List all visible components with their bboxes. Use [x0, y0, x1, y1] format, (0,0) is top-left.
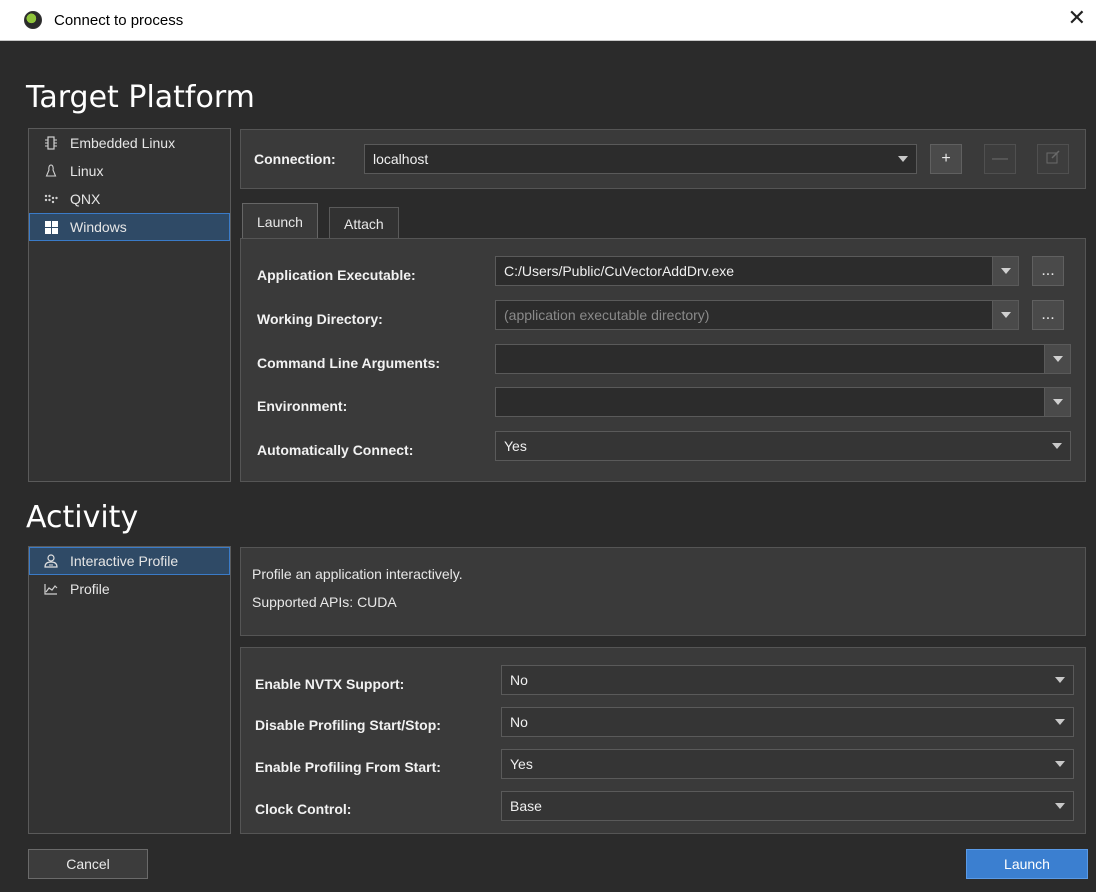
platform-item-embedded-linux[interactable]: Embedded Linux — [29, 129, 230, 157]
chevron-down-icon — [1001, 312, 1011, 318]
connection-label: Connection: — [254, 151, 336, 167]
platform-item-windows[interactable]: Windows — [29, 213, 230, 241]
platform-item-linux[interactable]: Linux — [29, 157, 230, 185]
working-dir-input[interactable]: (application executable directory) — [495, 300, 1019, 330]
title-bar: Connect to process ✕ — [0, 0, 1096, 41]
activity-description-panel — [240, 547, 1086, 636]
platform-list: Embedded Linux Linux QNX Windows — [28, 128, 231, 482]
plus-icon: + — [941, 150, 951, 167]
edit-connection-button[interactable] — [1037, 144, 1069, 174]
chevron-down-icon — [1053, 399, 1063, 405]
tab-attach[interactable]: Attach — [329, 207, 399, 239]
activity-heading: Activity — [26, 500, 139, 535]
linux-icon — [42, 164, 60, 178]
launch-button[interactable]: Launch — [966, 849, 1088, 879]
add-connection-button[interactable]: + — [930, 144, 962, 174]
environment-label: Environment: — [257, 398, 348, 414]
from-start-label: Enable Profiling From Start: — [255, 759, 441, 775]
chevron-down-icon — [1001, 268, 1011, 274]
chevron-down-icon — [1055, 719, 1065, 725]
nsight-app-icon — [24, 11, 42, 29]
tab-label: Launch — [257, 213, 303, 230]
chevron-down-icon — [1055, 761, 1065, 767]
platform-label: Embedded Linux — [70, 135, 176, 151]
target-platform-heading: Target Platform — [26, 80, 255, 115]
interactive-profile-icon — [42, 554, 60, 568]
chevron-down-icon — [1055, 803, 1065, 809]
browse-label: ... — [1041, 306, 1055, 323]
activity-description-line2: Supported APIs: CUDA — [252, 594, 397, 610]
platform-label: QNX — [70, 191, 101, 207]
tab-label: Attach — [344, 215, 384, 232]
cmd-args-dropdown[interactable] — [1044, 345, 1070, 373]
activity-item-profile[interactable]: Profile — [29, 575, 230, 603]
app-exe-dropdown[interactable] — [992, 257, 1018, 285]
cmd-args-label: Command Line Arguments: — [257, 355, 441, 371]
remove-connection-button[interactable]: — — [984, 144, 1016, 174]
disable-start-stop-value: No — [510, 714, 528, 730]
profile-chart-icon — [42, 583, 60, 595]
chevron-down-icon — [1053, 356, 1063, 362]
working-dir-label: Working Directory: — [257, 311, 383, 327]
platform-item-qnx[interactable]: QNX — [29, 185, 230, 213]
from-start-value: Yes — [510, 756, 533, 772]
qnx-icon — [42, 193, 60, 205]
from-start-select[interactable]: Yes — [501, 749, 1074, 779]
chevron-down-icon — [1052, 443, 1062, 449]
close-icon[interactable]: ✕ — [1068, 8, 1086, 30]
platform-label: Linux — [70, 163, 104, 179]
activity-list: Interactive Profile Profile — [28, 546, 231, 834]
disable-start-stop-select[interactable]: No — [501, 707, 1074, 737]
activity-description-line1: Profile an application interactively. — [252, 566, 463, 582]
working-dir-placeholder: (application executable directory) — [504, 307, 710, 323]
browse-label: ... — [1041, 262, 1055, 279]
app-exe-label: Application Executable: — [257, 267, 416, 283]
activity-label: Profile — [70, 581, 110, 597]
chevron-down-icon — [1055, 677, 1065, 683]
nvtx-select[interactable]: No — [501, 665, 1074, 695]
minus-icon: — — [992, 150, 1008, 167]
cmd-args-input[interactable] — [495, 344, 1071, 374]
working-dir-browse-button[interactable]: ... — [1032, 300, 1064, 330]
auto-connect-label: Automatically Connect: — [257, 442, 414, 458]
clock-control-value: Base — [510, 798, 542, 814]
disable-start-stop-label: Disable Profiling Start/Stop: — [255, 717, 441, 733]
windows-icon — [42, 220, 60, 234]
chevron-down-icon — [898, 156, 908, 162]
clock-control-select[interactable]: Base — [501, 791, 1074, 821]
cancel-button[interactable]: Cancel — [28, 849, 148, 879]
app-exe-input[interactable]: C:/Users/Public/CuVectorAddDrv.exe — [495, 256, 1019, 286]
activity-item-interactive-profile[interactable]: Interactive Profile — [29, 547, 230, 575]
activity-label: Interactive Profile — [70, 553, 179, 569]
connection-select[interactable]: localhost — [364, 144, 917, 174]
window-title: Connect to process — [54, 11, 184, 29]
auto-connect-value: Yes — [504, 438, 527, 454]
nvtx-value: No — [510, 672, 528, 688]
tab-launch[interactable]: Launch — [242, 203, 318, 239]
clock-control-label: Clock Control: — [255, 801, 352, 817]
platform-label: Windows — [70, 219, 127, 235]
chip-icon — [42, 136, 60, 150]
app-exe-value: C:/Users/Public/CuVectorAddDrv.exe — [504, 263, 735, 279]
auto-connect-select[interactable]: Yes — [495, 431, 1071, 461]
nvtx-label: Enable NVTX Support: — [255, 676, 405, 692]
edit-icon — [1046, 149, 1060, 169]
working-dir-dropdown[interactable] — [992, 301, 1018, 329]
environment-dropdown[interactable] — [1044, 388, 1070, 416]
connection-value: localhost — [373, 151, 429, 167]
environment-input[interactable] — [495, 387, 1071, 417]
app-exe-browse-button[interactable]: ... — [1032, 256, 1064, 286]
